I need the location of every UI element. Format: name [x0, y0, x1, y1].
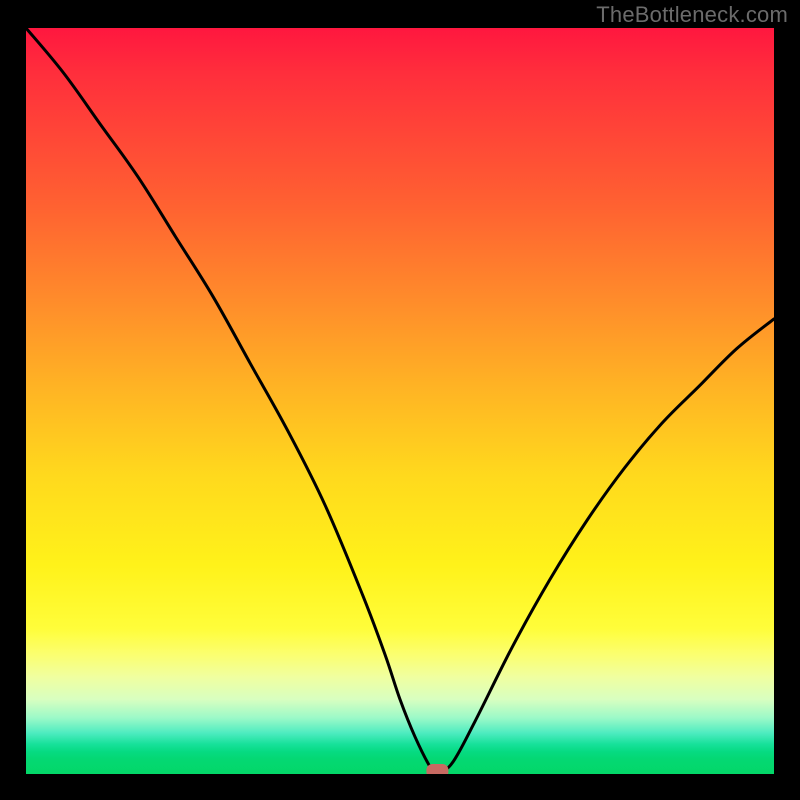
curve-layer [26, 28, 774, 774]
minimum-marker [426, 764, 448, 774]
bottleneck-curve [26, 28, 774, 774]
chart-frame: TheBottleneck.com [0, 0, 800, 800]
attribution-text: TheBottleneck.com [596, 2, 788, 28]
plot-area [26, 28, 774, 774]
